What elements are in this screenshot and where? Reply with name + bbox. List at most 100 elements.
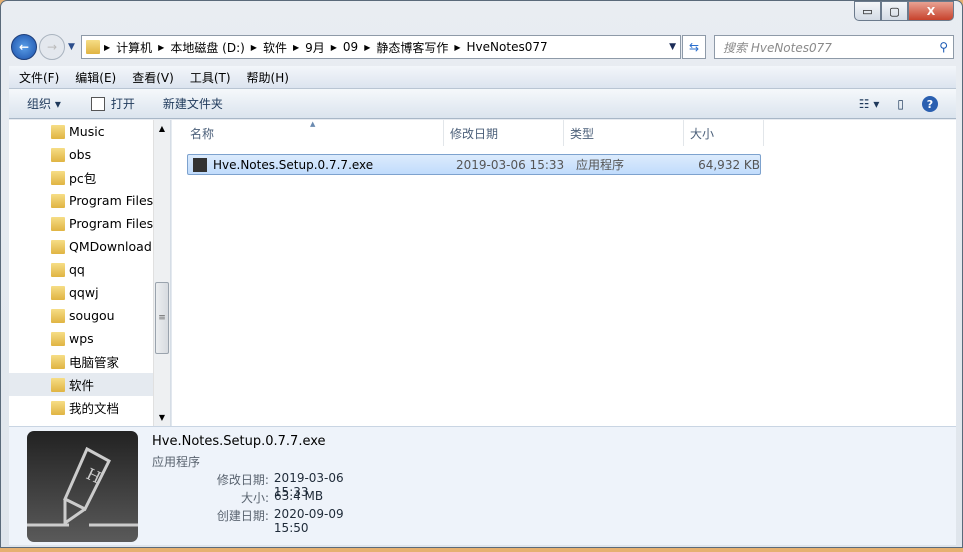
folder-icon <box>51 216 65 231</box>
sidebar-item[interactable]: QMDownload <box>9 235 170 258</box>
breadcrumb[interactable]: 计算机 <box>116 39 152 56</box>
menu-bar: 文件(F) 编辑(E) 查看(V) 工具(T) 帮助(H) <box>9 66 956 89</box>
label: qq <box>69 262 85 277</box>
label: sougou <box>69 308 115 323</box>
breadcrumb[interactable]: 软件 <box>263 39 287 56</box>
explorer-window: ▭ ▢ X ← → ▼ ▶ 计算机 ▶ 本地磁盘 (D:) ▶ 软件 ▶ 9月 ▶ 09 … <box>0 0 963 548</box>
label: 电脑管家 <box>69 355 120 370</box>
open-label: 打开 <box>110 97 135 111</box>
scroll-up-icon[interactable]: ▲ <box>154 120 170 137</box>
sidebar-item[interactable]: sougou <box>9 304 170 327</box>
breadcrumb[interactable]: 09 <box>343 40 358 54</box>
folder-icon <box>51 377 65 392</box>
label: 我的文档 <box>69 401 120 416</box>
sidebar-item-selected[interactable]: 软件 <box>9 373 170 396</box>
label: Program Files <box>69 216 154 231</box>
new-folder-label: 新建文件夹 <box>162 97 223 111</box>
close-button[interactable]: X <box>908 1 954 21</box>
sidebar-scrollbar[interactable]: ▲ ≡ ▼ <box>153 120 170 426</box>
breadcrumb[interactable]: 本地磁盘 (D:) <box>170 39 244 56</box>
help-icon[interactable]: ? <box>922 96 938 112</box>
file-list: ▲ 名称 修改日期 类型 大小 Hve.Notes.Setup.0.7.7.ex… <box>172 120 956 426</box>
folder-icon <box>86 40 100 54</box>
folder-icon <box>51 193 65 208</box>
column-type[interactable]: 类型 <box>564 120 684 146</box>
exe-icon <box>193 157 207 172</box>
forward-button[interactable]: → <box>39 34 65 60</box>
label: Music <box>69 124 105 139</box>
maximize-button[interactable]: ▢ <box>881 1 908 21</box>
back-button[interactable]: ← <box>11 34 37 60</box>
sidebar-item[interactable]: qq <box>9 258 170 281</box>
prop-label: 大小: <box>240 491 269 505</box>
folder-icon <box>51 331 65 346</box>
breadcrumb[interactable]: HveNotes077 <box>467 40 548 54</box>
column-modified[interactable]: 修改日期 <box>444 120 564 146</box>
file-name: Hve.Notes.Setup.0.7.7.exe <box>213 157 374 172</box>
organize-button[interactable]: 组织 ▾ <box>27 95 61 112</box>
label: pc包 <box>69 171 97 186</box>
folder-icon <box>51 147 65 162</box>
column-name[interactable]: 名称 <box>172 120 444 146</box>
folder-icon <box>51 354 65 369</box>
search-icon[interactable]: ⚲ <box>939 40 948 54</box>
sidebar-item[interactable]: 我的文档 <box>9 396 170 419</box>
scroll-down-icon[interactable]: ▼ <box>154 409 170 426</box>
new-folder-button[interactable]: 新建文件夹 <box>163 95 223 112</box>
label: Program Files <box>69 193 154 208</box>
prop-value: 2020-09-09 15:50 <box>273 507 344 535</box>
details-property: 创建日期: 2020-09-09 15:50 <box>152 507 382 535</box>
column-size[interactable]: 大小 <box>684 120 764 146</box>
scroll-thumb[interactable]: ≡ <box>155 282 169 354</box>
menu-edit[interactable]: 编辑(E) <box>75 69 116 86</box>
address-bar[interactable]: ▶ 计算机 ▶ 本地磁盘 (D:) ▶ 软件 ▶ 9月 ▶ 09 ▶ 静态博客写作 ▶ Hve… <box>81 35 681 59</box>
sidebar-item[interactable]: Music <box>9 120 170 143</box>
file-type: 应用程序 <box>576 158 625 172</box>
search-input[interactable]: 搜索 HveNotes077 ⚲ <box>714 35 954 59</box>
sidebar-item[interactable]: qqwj <box>9 281 170 304</box>
prop-label: 创建日期: <box>216 509 269 523</box>
address-dropdown-icon[interactable]: ▼ <box>669 42 676 52</box>
details-property: 大小: 63.4 MB <box>152 489 382 506</box>
sidebar-item[interactable]: pc包 <box>9 166 170 189</box>
prop-value: 63.4 MB <box>274 489 324 503</box>
sidebar-item[interactable]: obs <box>9 143 170 166</box>
column-headers: ▲ 名称 修改日期 类型 大小 <box>172 120 956 146</box>
svg-text:H: H <box>83 464 104 487</box>
label: qqwj <box>69 285 99 300</box>
label: QMDownload <box>69 239 152 254</box>
breadcrumb[interactable]: 静态博客写作 <box>376 39 448 56</box>
folder-icon <box>51 308 65 323</box>
recent-pages-dropdown[interactable]: ▼ <box>68 42 75 52</box>
sidebar-item[interactable]: Program Files <box>9 212 170 235</box>
folder-icon <box>51 285 65 300</box>
sort-arrow-icon: ▲ <box>310 120 316 128</box>
navigation-pane: Music obs pc包 Program Files Program File… <box>9 120 171 426</box>
search-placeholder: 搜索 HveNotes077 <box>723 40 832 55</box>
details-file-type: 应用程序 <box>152 455 201 469</box>
organize-label: 组织 ▾ <box>27 97 61 111</box>
folder-icon <box>51 239 65 254</box>
minimize-button[interactable]: ▭ <box>854 1 881 21</box>
details-file-name: Hve.Notes.Setup.0.7.7.exe <box>152 434 326 449</box>
refresh-button[interactable]: ⇆ <box>682 35 706 59</box>
sidebar-item[interactable]: wps <box>9 327 170 350</box>
menu-file[interactable]: 文件(F) <box>19 69 59 86</box>
folder-icon <box>51 262 65 277</box>
file-row[interactable]: Hve.Notes.Setup.0.7.7.exe 2019-03-06 15:… <box>187 154 761 175</box>
menu-help[interactable]: 帮助(H) <box>247 69 289 86</box>
sidebar-item[interactable]: 电脑管家 <box>9 350 170 373</box>
label: 软件 <box>69 378 95 393</box>
menu-view[interactable]: 查看(V) <box>132 69 174 86</box>
open-button[interactable]: 打开 <box>90 95 135 112</box>
preview-pane-icon[interactable]: ▯ <box>897 97 904 111</box>
menu-tools[interactable]: 工具(T) <box>190 69 231 86</box>
folder-icon <box>51 170 65 185</box>
folder-icon <box>51 124 65 139</box>
label: obs <box>69 147 92 162</box>
sidebar-item[interactable]: Program Files <box>9 189 170 212</box>
file-modified: 2019-03-06 15:33 <box>456 157 565 172</box>
file-size: 64,932 KB <box>698 157 760 172</box>
breadcrumb[interactable]: 9月 <box>305 39 325 56</box>
view-options-icon[interactable]: ☷ ▾ <box>859 97 880 111</box>
